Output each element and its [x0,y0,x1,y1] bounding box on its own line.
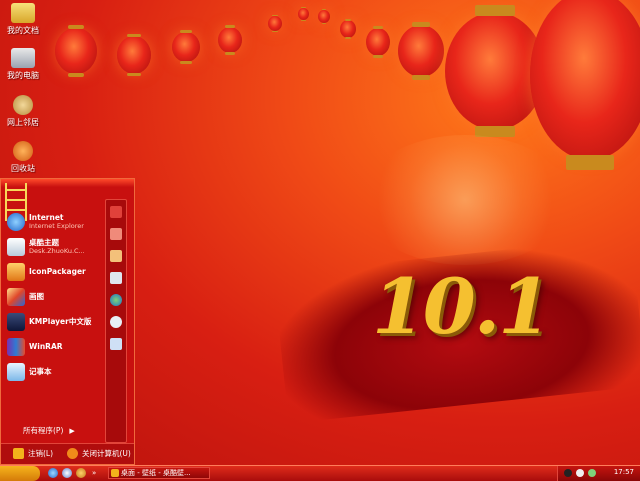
my-pictures-icon[interactable] [110,250,122,262]
desktop-icon-label: 网上邻居 [7,118,39,127]
desktop-icon-label: 我的文档 [7,26,39,35]
start-menu: Internet Internet Explorer 桌酷主题 Desk.Zhu… [0,178,135,465]
lantern-icon [218,25,242,55]
lantern-icon [298,7,309,21]
start-button[interactable] [0,466,40,481]
shutdown-button[interactable]: 关闭计算机(U) [67,448,131,459]
desktop-quicklaunch-icon[interactable] [76,468,86,478]
lantern-icon [340,18,356,40]
wallpaper-title: 10.1 [372,262,551,351]
start-menu-footer: 注销(L) 关闭计算机(U) [1,443,134,464]
ie-quicklaunch-icon[interactable] [48,468,58,478]
program-iconpackager[interactable]: IconPackager [7,259,103,284]
task-label: 桌面 - 壁纸 - 桌酷壁... [121,469,191,477]
folder-icon [111,469,119,477]
kmplayer-icon [7,312,25,331]
program-name: KMPlayer中文版 [29,317,92,326]
zhuoku-theme-icon [7,237,25,256]
program-name: WinRAR [29,342,63,351]
program-subtitle: Internet Explorer [29,221,84,230]
logoff-label: 注销(L) [28,449,54,458]
program-list: Internet Internet Explorer 桌酷主题 Desk.Zhu… [7,201,103,384]
program-kmplayer[interactable]: KMPlayer中文版 [7,309,103,334]
winrar-icon [7,337,25,356]
taskbar: » 桌面 - 壁纸 - 桌酷壁... 17:57 [0,465,640,481]
iconpackager-icon [7,262,25,281]
media-quicklaunch-icon[interactable] [62,468,72,478]
network-tray-icon[interactable] [588,469,596,477]
desktop-icon-label: 我的电脑 [7,71,39,80]
program-name: Internet [29,212,64,222]
all-programs-button[interactable]: 所有程序(P) ▶ [23,425,75,436]
program-winrar[interactable]: WinRAR [7,334,103,359]
lantern-icon [172,30,200,64]
notepad-icon [7,362,25,381]
start-menu-places [105,199,127,443]
my-documents-icon[interactable] [110,206,122,218]
network-places-icon [13,95,33,115]
program-name: 画图 [29,292,44,301]
clock[interactable]: 17:57 [614,468,634,476]
desktop-icon-recycle-bin[interactable]: 回收站 [0,141,46,174]
program-paint[interactable]: 画图 [7,284,103,309]
program-zhuoku-theme[interactable]: 桌酷主题 Desk.ZhuoKu.C... [7,234,103,259]
program-name: IconPackager [29,267,86,276]
my-computer-icon [11,48,35,68]
search-icon[interactable] [110,316,122,328]
logoff-icon [13,448,24,459]
lantern-icon [366,26,390,58]
internet-explorer-icon [7,212,25,231]
program-name: 桌酷主题 [29,237,59,247]
program-subtitle: Desk.ZhuoKu.C... [29,246,85,255]
desktop-icon-my-computer[interactable]: 我的电脑 [0,48,46,81]
network-icon[interactable] [110,294,122,306]
lantern-icon [55,25,97,77]
power-icon [67,448,78,459]
desktop-icon-label: 回收站 [11,164,35,173]
desktop-icon-network[interactable]: 网上邻居 [0,95,46,128]
program-internet[interactable]: Internet Internet Explorer [7,209,103,234]
program-notepad[interactable]: 记事本 [7,359,103,384]
desktop-icon-my-documents[interactable]: 我的文档 [0,3,46,36]
program-name: 记事本 [29,367,52,376]
volume-icon[interactable] [576,469,584,477]
shutdown-label: 关闭计算机(U) [82,449,131,458]
lantern-icon [117,33,151,77]
my-documents-icon [11,3,35,23]
qq-icon[interactable] [564,469,572,477]
logoff-button[interactable]: 注销(L) [13,448,53,459]
recent-icon[interactable] [110,228,122,240]
control-panel-icon[interactable] [110,272,122,284]
system-tray: 17:57 [557,466,640,481]
recycle-bin-icon [13,141,33,161]
all-programs-label: 所有程序(P) [23,426,64,435]
task-window-button[interactable]: 桌面 - 壁纸 - 桌酷壁... [108,467,210,479]
arrow-right-icon: ▶ [69,427,75,435]
paint-icon [7,287,25,306]
lantern-icon [530,0,640,171]
run-icon[interactable] [110,338,122,350]
chevron-right-icon[interactable]: » [92,468,98,478]
lantern-icon [268,15,282,32]
lantern-icon [398,21,444,81]
lantern-icon [318,9,330,24]
